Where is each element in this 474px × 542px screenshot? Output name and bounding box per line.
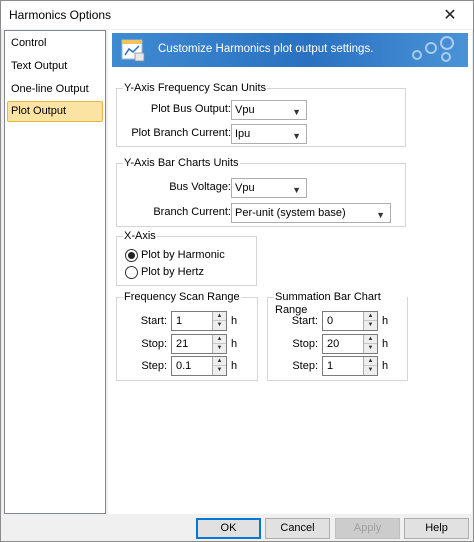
sidebar-item-one-line-output[interactable]: One-line Output [7,79,103,100]
freq-step-spinner[interactable]: 0.1 ▲ ▼ [171,356,227,376]
spin-up-icon[interactable]: ▲ [213,312,226,321]
sum-start-spinner[interactable]: 0 ▲ ▼ [322,311,378,331]
sum-stop-spinner[interactable]: 20 ▲ ▼ [322,334,378,354]
chevron-down-icon: ▼ [292,131,301,141]
yaxis-frequency-scan-group: Y-Axis Frequency Scan Units Plot Bus Out… [116,82,406,147]
radio-label: Plot by Hertz [141,266,204,278]
freq-start-value: 1 [176,315,183,327]
spin-up-icon[interactable]: ▲ [213,357,226,366]
sum-step-value: 1 [327,360,334,372]
title-bar: Harmonics Options ✕ [1,1,473,29]
xaxis-group: X-Axis Plot by Harmonic Plot by Hertz [116,230,257,286]
frequency-scan-range-group: Frequency Scan Range Start: 1 ▲ ▼ h Stop:… [116,291,258,381]
header-banner: Customize Harmonics plot output settings… [112,33,468,67]
spin-up-icon[interactable]: ▲ [213,335,226,344]
ok-button[interactable]: OK [196,518,261,539]
unit-label: h [231,315,238,327]
summation-bar-chart-range-group: Summation Bar Chart Range Start: 0 ▲ ▼ h … [267,291,408,381]
decorative-circle-icon [440,36,454,50]
bus-voltage-select[interactable]: Vpu ▼ [231,178,307,198]
spin-down-icon[interactable]: ▼ [364,321,377,330]
freq-step-value: 0.1 [176,360,192,372]
plot-settings-icon [121,39,145,62]
spin-up-icon[interactable]: ▲ [364,312,377,321]
bus-voltage-label: Bus Voltage: [169,181,231,193]
cancel-button[interactable]: Cancel [265,518,330,539]
harmonics-options-dialog: Harmonics Options ✕ Control Text Output … [0,0,474,542]
select-value: Vpu [235,104,255,116]
spin-down-icon[interactable]: ▼ [213,366,226,375]
plot-output-panel: Customize Harmonics plot output settings… [108,30,472,514]
radio-selected-icon [125,248,138,262]
spin-up-icon[interactable]: ▲ [364,357,377,366]
freq-start-spinner[interactable]: 1 ▲ ▼ [171,311,227,331]
unit-label: h [231,360,238,372]
plot-bus-output-select[interactable]: Vpu ▼ [231,100,307,120]
freq-start-label: Start: [140,315,167,327]
plot-by-hertz-radio[interactable]: Plot by Hertz [125,264,204,280]
group-title: X-Axis [123,230,157,243]
sidebar-item-plot-output[interactable]: Plot Output [7,101,103,122]
chevron-down-icon: ▼ [292,185,301,195]
spin-down-icon[interactable]: ▼ [213,344,226,353]
plot-branch-current-select[interactable]: Ipu ▼ [231,124,307,144]
banner-text: Customize Harmonics plot output settings… [158,43,374,55]
unit-label: h [382,315,389,327]
sum-step-label: Step: [292,360,318,372]
radio-unselected-icon [125,265,138,279]
decorative-circle-icon [441,52,451,62]
plot-bus-output-label: Plot Bus Output: [150,103,231,115]
group-title: Frequency Scan Range [123,291,241,304]
options-sidebar: Control Text Output One-line Output Plot… [4,30,106,514]
decorative-circle-icon [412,50,422,60]
branch-current-select[interactable]: Per-unit (system base) ▼ [231,203,391,223]
chevron-down-icon: ▼ [292,107,301,117]
dialog-footer: OK Cancel Apply Help [1,515,473,541]
freq-stop-spinner[interactable]: 21 ▲ ▼ [171,334,227,354]
select-value: Per-unit (system base) [235,207,346,219]
unit-label: h [231,338,238,350]
spin-down-icon[interactable]: ▼ [364,366,377,375]
sum-start-label: Start: [291,315,318,327]
select-value: Vpu [235,182,255,194]
chevron-down-icon: ▼ [376,210,385,220]
apply-button[interactable]: Apply [335,518,400,539]
sum-step-spinner[interactable]: 1 ▲ ▼ [322,356,378,376]
radio-label: Plot by Harmonic [141,249,225,261]
yaxis-bar-charts-group: Y-Axis Bar Charts Units Bus Voltage: Vpu… [116,157,406,227]
spin-down-icon[interactable]: ▼ [213,321,226,330]
group-title: Y-Axis Bar Charts Units [123,157,240,170]
spin-up-icon[interactable]: ▲ [364,335,377,344]
freq-stop-value: 21 [176,338,189,350]
sidebar-item-text-output[interactable]: Text Output [7,56,103,77]
freq-step-label: Step: [141,360,167,372]
close-button[interactable]: ✕ [427,1,473,29]
spin-down-icon[interactable]: ▼ [364,344,377,353]
decorative-circle-icon [425,42,437,54]
freq-stop-label: Stop: [141,338,167,350]
plot-branch-current-label: Plot Branch Current: [131,127,231,139]
help-button[interactable]: Help [404,518,469,539]
plot-by-harmonic-radio[interactable]: Plot by Harmonic [125,247,225,263]
group-title: Y-Axis Frequency Scan Units [123,82,268,95]
sidebar-item-control[interactable]: Control [7,33,103,54]
sum-stop-value: 20 [327,338,340,350]
unit-label: h [382,360,389,372]
sum-start-value: 0 [327,315,334,327]
branch-current-label: Branch Current: [153,206,231,218]
sum-stop-label: Stop: [292,338,318,350]
window-title: Harmonics Options [9,8,112,22]
unit-label: h [382,338,389,350]
select-value: Ipu [235,128,251,140]
